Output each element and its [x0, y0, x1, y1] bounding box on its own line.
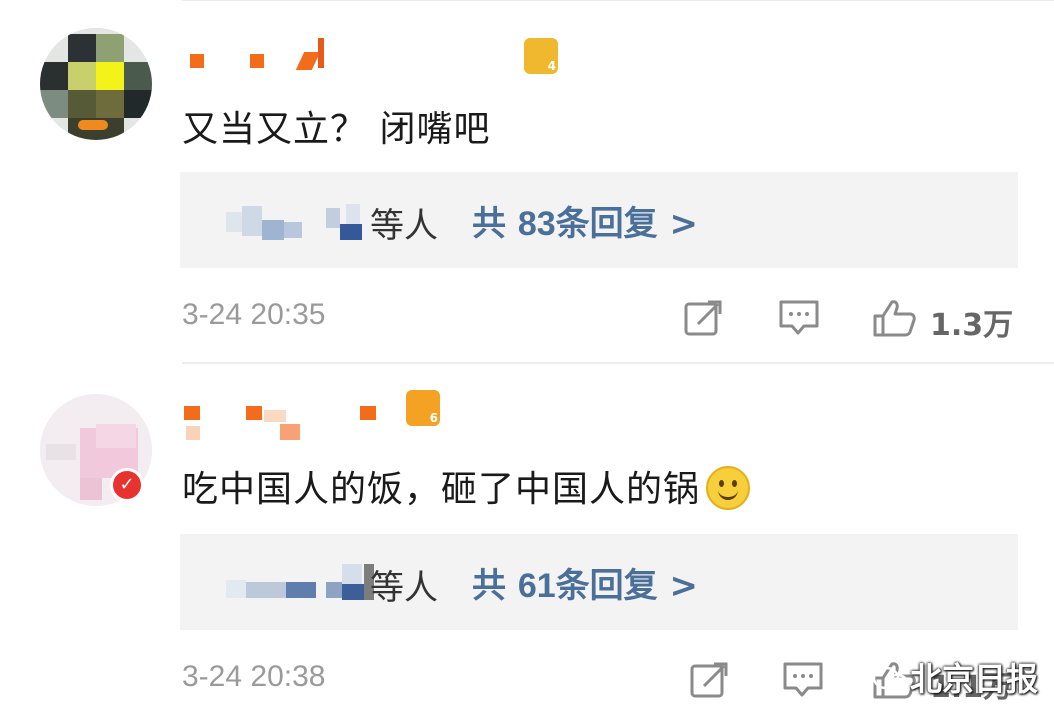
comment-icon[interactable]	[782, 660, 826, 700]
wechat-icon	[872, 666, 910, 695]
timestamp: 3-24 20:38	[182, 660, 326, 693]
like-count: 1.3万	[930, 308, 1014, 343]
reply-users-suffix: 等人	[370, 206, 438, 246]
reply-count-suffix: 条回复 >	[555, 204, 698, 244]
reply-preview-box[interactable]: 等人 共 83条回复 >	[180, 172, 1018, 268]
timestamp: 3-24 20:35	[182, 298, 326, 331]
crown-badge-icon: 4	[524, 38, 558, 74]
reply-count-prefix: 共	[472, 204, 506, 244]
reply-count-prefix: 共	[472, 566, 506, 606]
comment-footer: 3-24 20:35 1.3万	[182, 298, 1018, 343]
crown-level: 6	[429, 411, 438, 425]
watermark: 北京日报	[872, 654, 1038, 700]
blurred-reply-avatars	[226, 564, 376, 608]
comment-icon[interactable]	[778, 298, 822, 338]
avatar[interactable]	[40, 28, 152, 140]
reply-count: 61	[517, 567, 556, 605]
repost-icon[interactable]	[688, 660, 730, 700]
view-replies-link[interactable]: 共 83条回复 >	[472, 196, 698, 245]
view-replies-link[interactable]: 共 61条回复 >	[472, 558, 698, 607]
watermark-text: 北京日报	[910, 660, 1039, 698]
reply-count: 83	[517, 205, 556, 243]
reply-preview-box[interactable]: 等人 共 61条回复 >	[180, 534, 1018, 630]
reply-users-suffix: 等人	[370, 568, 438, 608]
blurred-reply-avatars	[226, 202, 366, 246]
comment-text: 又当又立？ 闭嘴吧	[182, 109, 491, 150]
repost-icon[interactable]	[682, 298, 724, 338]
reply-count-suffix: 条回复 >	[555, 566, 698, 606]
comment-text-content: 吃中国人的饭，砸了中国人的锅	[182, 469, 701, 510]
crown-wrap: 4	[184, 38, 564, 78]
smile-emoji-icon	[706, 466, 751, 510]
comment-text: 吃中国人的饭，砸了中国人的锅	[182, 460, 751, 513]
crown-badge-icon: 6	[406, 390, 440, 426]
comment-item: ✓ 6 吃中国人的饭，砸了中国人的锅 等人 共 61条回复 > 3-24 20:…	[0, 364, 1054, 718]
verified-badge-icon: ✓	[110, 468, 144, 502]
crown-wrap: 6	[184, 390, 444, 430]
like-icon[interactable]	[872, 298, 918, 338]
comment-footer: 3-24 20:38 1.1万 北京日报	[182, 660, 1038, 705]
crown-level: 4	[547, 59, 556, 73]
comment-item: 4 又当又立？ 闭嘴吧 等人 共 83条回复 > 3-24 20:35 1.3万	[0, 0, 1054, 364]
